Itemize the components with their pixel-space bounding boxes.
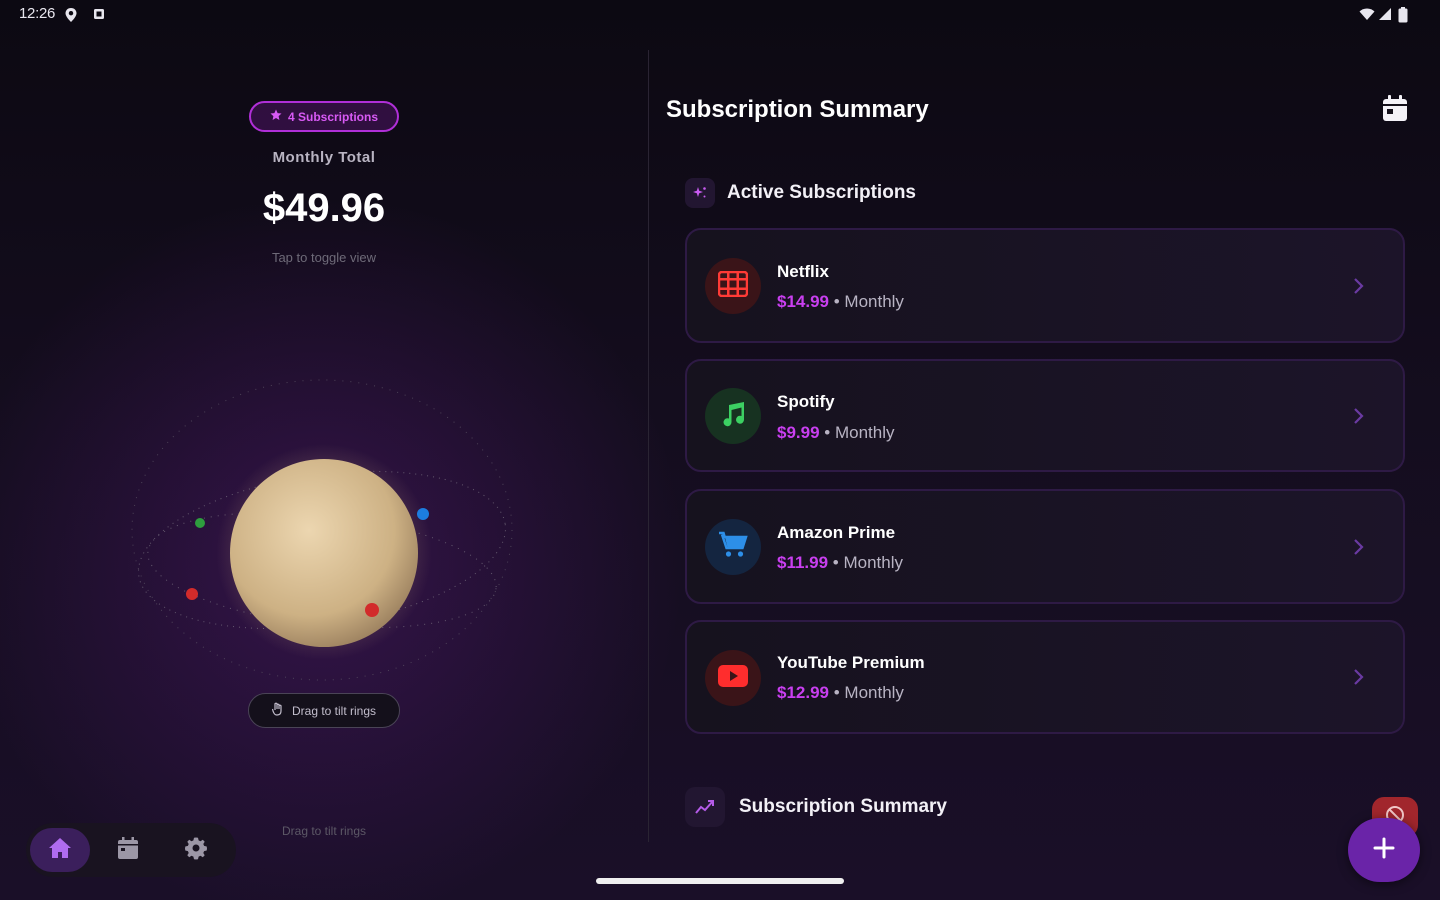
subscription-meta: $14.99 • Monthly [777,292,904,312]
nav-calendar-button[interactable] [98,828,158,872]
spotify-icon-badge [705,388,761,444]
notification-icon [93,7,105,26]
sparkle-icon [685,178,715,208]
subscriptions-count-pill[interactable]: 4 Subscriptions [249,101,399,132]
subscription-separator: • [828,553,844,572]
gear-icon [184,836,208,865]
orbit-dot-spotify[interactable] [195,518,205,528]
subscription-name: Netflix [777,262,829,281]
chevron-right-icon [1353,277,1365,300]
subscription-card-netflix[interactable]: Netflix $14.99 • Monthly [685,228,1405,343]
wifi-icon [1359,7,1375,26]
nav-settings-button[interactable] [166,828,226,872]
subscription-summary-header: Subscription Summary [685,787,947,827]
drag-hand-icon [271,702,284,719]
subscription-name: Amazon Prime [777,523,896,542]
subscription-separator: • [829,683,845,702]
drag-tilt-hint-pill: Drag to tilt rings [248,693,400,728]
orbit-dot-netflix[interactable] [186,588,198,600]
drag-tilt-hint-label: Drag to tilt rings [291,703,377,718]
chevron-right-icon [1353,538,1365,561]
calendar-button[interactable] [1378,93,1412,127]
panel-divider [648,50,649,842]
subscriptions-count-label: 4 Subscriptions [287,109,379,124]
subscription-cycle: Monthly [843,553,903,572]
cart-icon [718,531,748,564]
chevron-right-icon [1353,668,1365,691]
status-bar: 12:26 [0,0,1440,30]
monthly-total-label: Monthly Total [272,149,376,166]
amazon-icon-badge [705,519,761,575]
status-time: 12:26 [19,5,56,22]
subscription-cycle: Monthly [844,292,904,311]
subscription-meta: $12.99 • Monthly [777,683,904,703]
signal-icon [1378,7,1392,26]
add-subscription-button[interactable] [1348,818,1420,882]
battery-icon [1398,7,1408,28]
location-icon [64,7,78,28]
trend-icon [685,787,725,827]
planet[interactable] [230,459,418,647]
page-title: Subscription Summary [666,96,929,123]
orbit-dot-amazon[interactable] [417,508,429,520]
nav-home-button[interactable] [30,828,90,872]
subscription-card-spotify[interactable]: Spotify $9.99 • Monthly [685,359,1405,472]
star-icon [270,109,282,124]
subscription-cycle: Monthly [844,683,904,702]
toggle-view-hint: Tap to toggle view [271,250,377,265]
youtube-icon-badge [705,650,761,706]
music-note-icon [720,401,746,432]
bottom-nav [26,823,236,877]
subscription-meta: $9.99 • Monthly [777,423,894,443]
plus-icon [1372,836,1396,865]
active-subscriptions-header: Active Subscriptions [685,178,916,208]
calendar-icon [117,836,139,865]
play-icon [718,664,748,692]
subscription-meta: $11.99 • Monthly [777,553,903,573]
subscription-card-amazon-prime[interactable]: Amazon Prime $11.99 • Monthly [685,489,1405,604]
subscription-price: $11.99 [777,553,829,572]
subscription-summary-title: Subscription Summary [739,796,947,817]
subscription-separator: • [819,423,835,442]
calendar-icon [1382,94,1408,127]
subscription-price: $12.99 [777,683,829,702]
home-icon [47,836,73,865]
subscription-name: Spotify [777,392,835,411]
subscription-price: $14.99 [777,292,829,311]
subscription-separator: • [829,292,845,311]
netflix-icon-badge [705,258,761,314]
subscription-card-youtube-premium[interactable]: YouTube Premium $12.99 • Monthly [685,620,1405,734]
active-subscriptions-title: Active Subscriptions [727,182,916,203]
chevron-right-icon [1353,407,1365,430]
subscription-cycle: Monthly [834,423,895,442]
home-indicator[interactable] [596,878,844,884]
monthly-total-amount[interactable]: $49.96 [224,186,424,231]
orbit-dot-youtube[interactable] [365,603,379,617]
subscription-name: YouTube Premium [777,653,925,672]
subscription-price: $9.99 [777,423,820,442]
drag-tilt-footer: Drag to tilt rings [281,824,367,838]
film-icon [717,270,749,302]
